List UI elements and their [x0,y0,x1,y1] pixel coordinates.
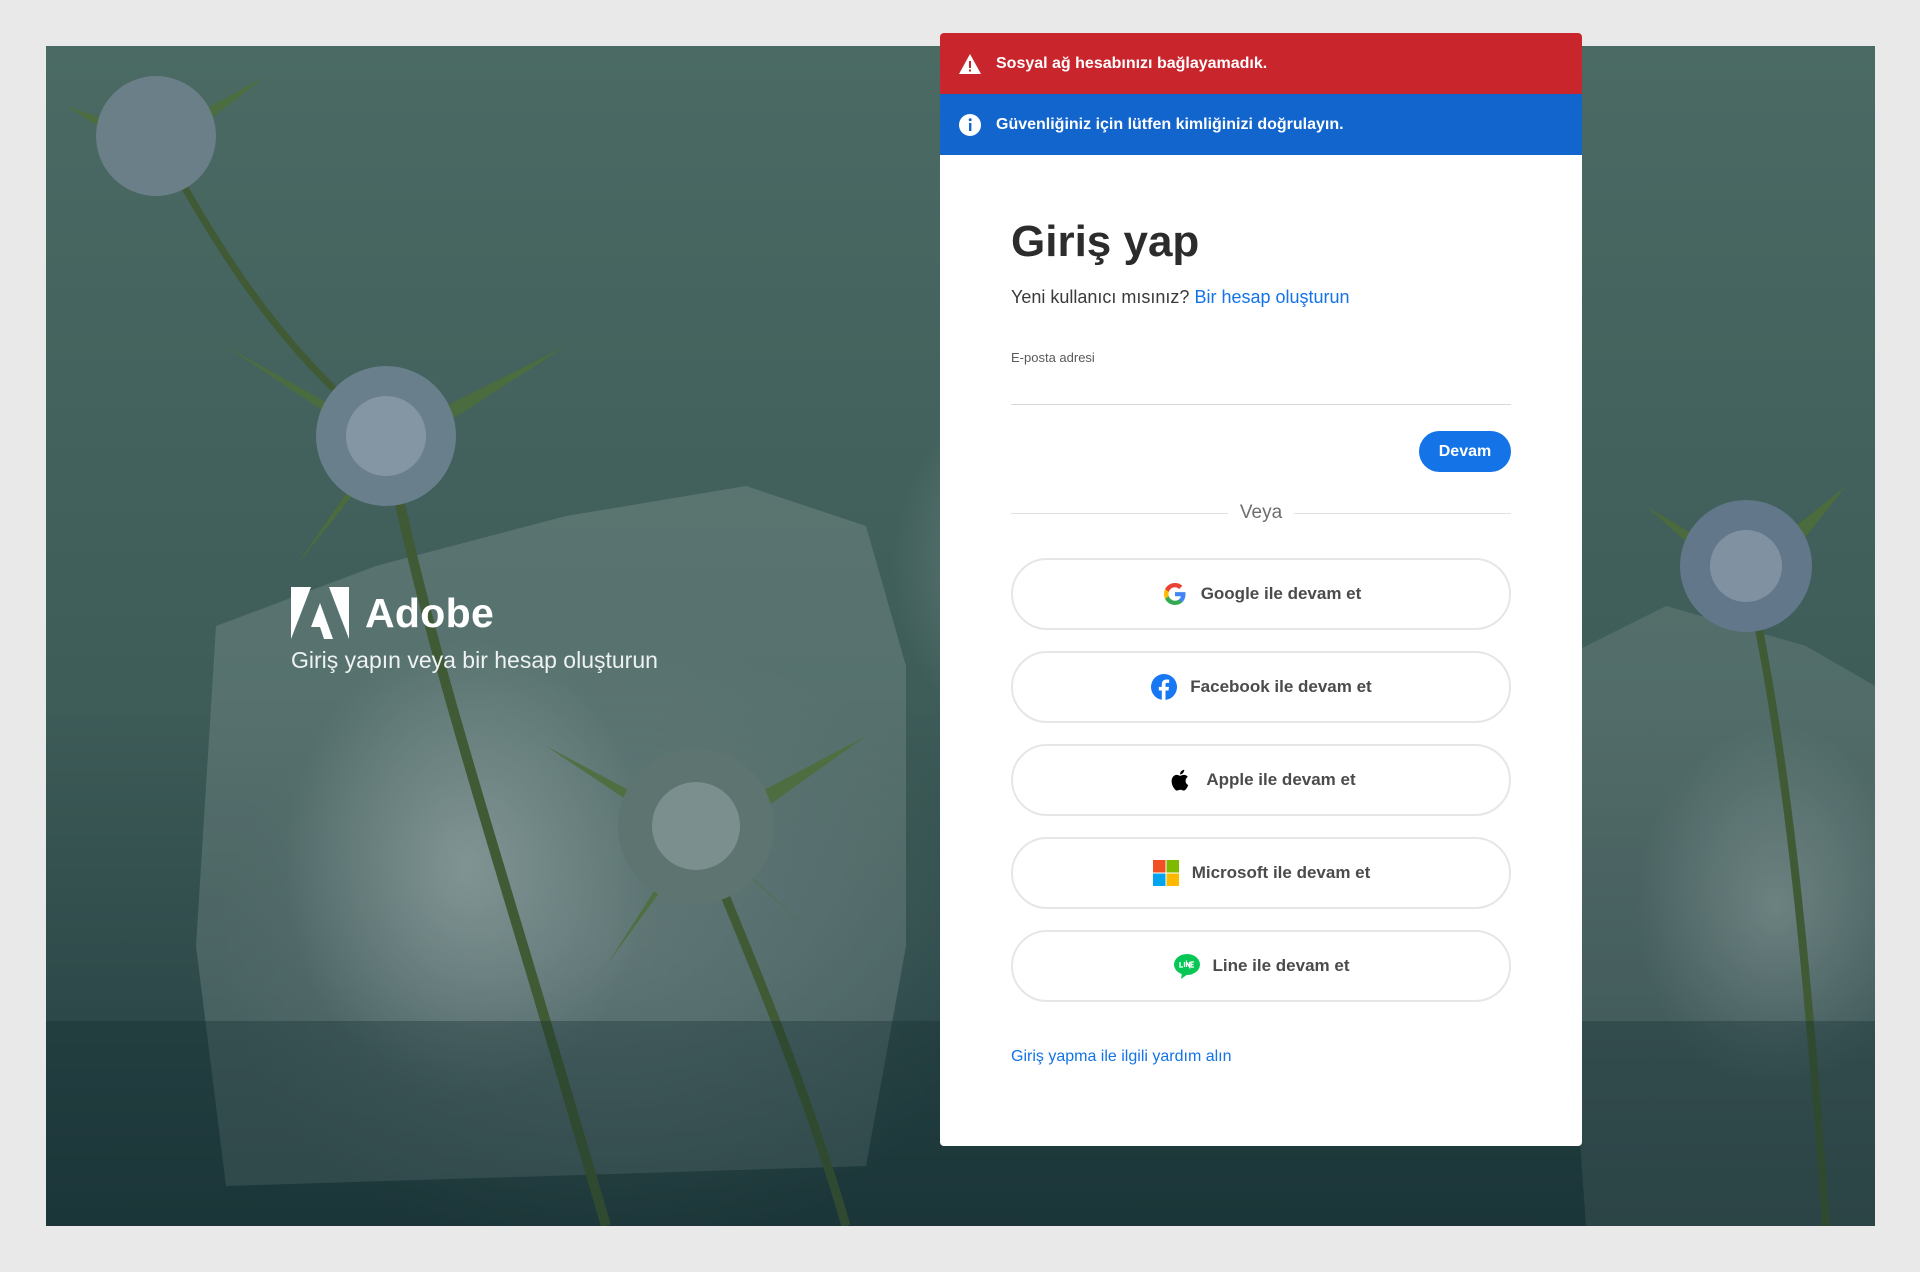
apple-signin-label: Apple ile devam et [1206,770,1356,789]
apple-icon [1171,769,1189,791]
signin-card: Sosyal ağ hesabınızı bağlayamadık. Güven… [940,33,1582,1146]
page-title: Giriş yap [1011,217,1200,266]
info-icon [959,113,981,136]
new-user-prompt: Yeni kullanıcı mısınız? [1011,287,1190,307]
error-message: Sosyal ağ hesabınızı bağlayamadık. [996,54,1268,72]
divider-label: Veya [1239,502,1283,523]
brand-block: Adobe Giriş yapın veya bir hesap oluştur… [291,587,658,674]
warning-icon [959,53,981,74]
divider-line-right [1294,512,1512,514]
microsoft-icon [1152,860,1179,886]
divider-line-left [1011,512,1228,514]
brand-tagline: Giriş yapın veya bir hesap oluşturun [291,647,658,673]
facebook-signin-button[interactable]: Facebook ile devam et [1011,651,1511,723]
info-message: Güvenliğiniz için lütfen kimliğinizi doğ… [996,115,1344,133]
signin-form: Giriş yap Yeni kullanıcı mısınız? Bir he… [940,155,1582,1066]
error-banner: Sosyal ağ hesabınızı bağlayamadık. [940,33,1582,94]
brand-name: Adobe [365,589,495,636]
microsoft-signin-label: Microsoft ile devam et [1191,863,1371,882]
form-actions: Devam [1011,431,1511,472]
email-field[interactable] [1011,371,1511,405]
email-label: E-posta adresi [1011,350,1095,365]
new-user-line: Yeni kullanıcı mısınız? Bir hesap oluştu… [1011,287,1511,308]
apple-signin-button[interactable]: Apple ile devam et [1011,744,1511,816]
social-signin-list: Google ile devam et Facebook ile devam e… [1011,558,1511,1002]
google-icon [1163,583,1186,605]
line-signin-label: Line ile devam et [1212,956,1350,975]
google-signin-label: Google ile devam et [1200,584,1362,603]
line-icon [1173,954,1200,979]
info-banner: Güvenliğiniz için lütfen kimliğinizi doğ… [940,94,1582,155]
create-account-link[interactable]: Bir hesap oluşturun [1194,287,1349,307]
continue-button[interactable]: Devam [1419,431,1511,472]
adobe-logo-icon [291,587,349,639]
facebook-icon [1151,674,1178,700]
or-divider: Veya [1011,502,1512,524]
line-signin-button[interactable]: Line ile devam et [1011,930,1511,1002]
facebook-signin-label: Facebook ile devam et [1190,677,1372,696]
microsoft-signin-button[interactable]: Microsoft ile devam et [1011,837,1511,909]
signin-help-link[interactable]: Giriş yapma ile ilgili yardım alın [1011,1048,1232,1066]
google-signin-button[interactable]: Google ile devam et [1011,558,1511,630]
